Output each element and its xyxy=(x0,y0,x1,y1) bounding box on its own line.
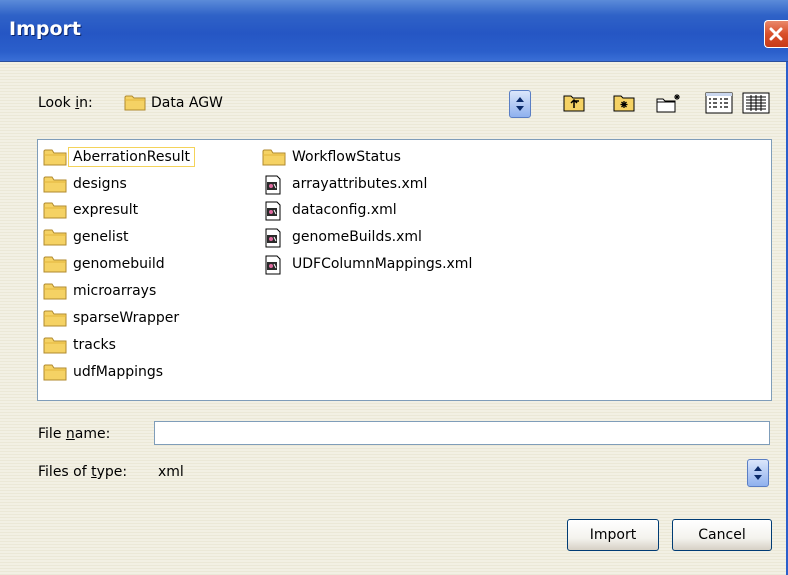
item-label: genomeBuilds.xml xyxy=(292,229,422,245)
folder-icon xyxy=(43,228,67,250)
item-label: genomebuild xyxy=(73,256,165,272)
folder-icon xyxy=(43,255,67,277)
window-title: Import xyxy=(9,18,81,40)
look-in-combobox[interactable]: Data AGW xyxy=(115,88,497,116)
cancel-button[interactable]: Cancel xyxy=(672,519,772,551)
folder-icon xyxy=(43,175,67,197)
item-label: WorkflowStatus xyxy=(292,149,401,165)
folder-icon xyxy=(124,94,146,115)
files-of-type-dropdown-button[interactable] xyxy=(747,459,769,487)
item-label: expresult xyxy=(73,202,139,218)
item-label: microarrays xyxy=(73,283,157,299)
item-label: tracks xyxy=(73,337,116,353)
file-name-label: File name: xyxy=(38,426,111,442)
import-button[interactable]: Import xyxy=(567,519,659,551)
xml-file-icon xyxy=(262,175,284,199)
xml-file-icon xyxy=(262,255,284,279)
folder-icon xyxy=(262,148,286,170)
file-list[interactable]: AberrationResult designs expresult genel… xyxy=(37,139,772,401)
up-one-level-button[interactable] xyxy=(560,90,588,116)
folder-icon xyxy=(43,309,67,331)
create-new-folder-button[interactable] xyxy=(653,90,681,116)
folder-icon xyxy=(43,201,67,223)
import-dialog: Import Look in: Data AGW AberrationResul… xyxy=(0,0,788,575)
list-view-button[interactable] xyxy=(703,90,735,116)
file-name-input[interactable] xyxy=(154,421,770,445)
folder-icon xyxy=(43,148,67,170)
files-of-type-label: Files of type: xyxy=(38,464,128,480)
title-bar[interactable]: Import xyxy=(0,0,788,62)
item-label: sparseWrapper xyxy=(73,310,180,326)
item-label: udfMappings xyxy=(73,364,164,380)
details-view-button[interactable] xyxy=(740,90,772,116)
item-label: AberrationResult xyxy=(68,147,195,167)
look-in-value: Data AGW xyxy=(151,95,223,111)
folder-icon xyxy=(43,282,67,304)
item-label: dataconfig.xml xyxy=(292,202,397,218)
item-label: UDFColumnMappings.xml xyxy=(292,256,473,272)
folder-icon xyxy=(43,336,67,358)
folder-icon xyxy=(43,363,67,385)
item-label: arrayattributes.xml xyxy=(292,176,428,192)
item-label: genelist xyxy=(73,229,129,245)
look-in-label: Look in: xyxy=(38,95,93,111)
desktop-button[interactable] xyxy=(610,90,638,116)
item-label: designs xyxy=(73,176,127,192)
xml-file-icon xyxy=(262,201,284,225)
look-in-dropdown-button[interactable] xyxy=(509,90,531,118)
close-button[interactable] xyxy=(764,20,788,48)
xml-file-icon xyxy=(262,228,284,252)
files-of-type-value[interactable]: xml xyxy=(158,464,184,480)
